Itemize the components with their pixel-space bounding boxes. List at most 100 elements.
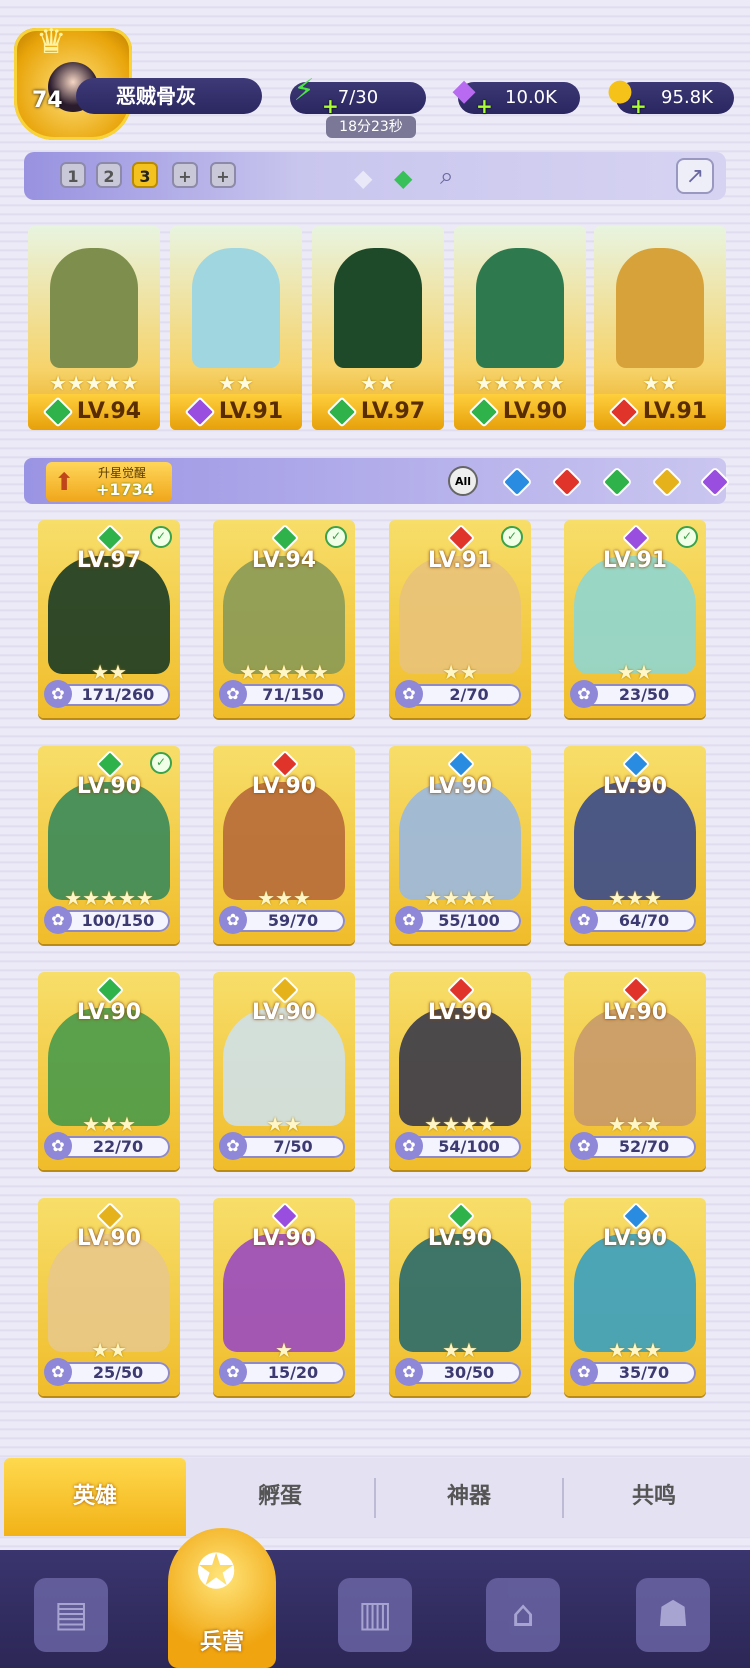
team-slot-3[interactable]: 3	[132, 162, 158, 188]
shard-count: 23/50	[618, 685, 670, 704]
hero-level: LV.90	[502, 399, 568, 424]
add-energy-button[interactable]: +	[322, 94, 339, 118]
hero-portrait	[574, 782, 696, 900]
hero-portrait	[223, 782, 345, 900]
hero-card[interactable]: ✓ LV.90 ★★★★★ ✿ 100/150	[38, 746, 180, 944]
awaken-value: +1734	[96, 480, 154, 499]
hero-level: LV.90	[251, 774, 317, 799]
hero-portrait	[399, 556, 521, 674]
team-slot-2[interactable]: 2	[96, 162, 122, 188]
paw-icon: ✿	[219, 680, 247, 708]
tab-artifacts[interactable]: 神器	[376, 1458, 562, 1536]
share-button[interactable]: ↗	[676, 158, 714, 194]
shard-progress: ✿ 55/100	[395, 906, 521, 934]
paw-icon: ✿	[395, 1358, 423, 1386]
hero-level: LV.90	[76, 1226, 142, 1251]
shard-count: 7/50	[273, 1137, 313, 1156]
hero-card[interactable]: LV.90 ★★ ✿ 7/50	[213, 972, 355, 1170]
awaken-label: 升星觉醒	[98, 466, 147, 480]
hero-card[interactable]: LV.90 ★★★ ✿ 35/70	[564, 1198, 706, 1396]
shard-progress: ✿ 100/150	[44, 906, 170, 934]
lineup-hero-1[interactable]: ★★★★★ LV.94	[28, 226, 160, 430]
tab-hatch[interactable]: 孵蛋	[186, 1458, 374, 1536]
hero-card[interactable]: LV.90 ★★★★ ✿ 55/100	[389, 746, 531, 944]
paw-icon: ✿	[219, 906, 247, 934]
hero-portrait	[50, 248, 138, 368]
hero-stars: ★★	[218, 371, 254, 395]
add-coins-button[interactable]: +	[630, 94, 647, 118]
hero-card[interactable]: LV.90 ★★★ ✿ 64/70	[564, 746, 706, 944]
hero-card[interactable]: ✓ LV.94 ★★★★★ ✿ 71/150	[213, 520, 355, 718]
nature-element-icon	[42, 396, 74, 428]
team-slot-add-2[interactable]: +	[210, 162, 236, 188]
add-gems-button[interactable]: +	[476, 94, 493, 118]
hero-card[interactable]: LV.90 ★ ✿ 15/20	[213, 1198, 355, 1396]
hero-level: LV.97	[360, 399, 426, 424]
paw-icon: ✿	[44, 1132, 72, 1160]
shard-progress: ✿ 52/70	[570, 1132, 696, 1160]
player-name: 恶贼骨灰	[76, 78, 262, 114]
hero-portrait	[399, 782, 521, 900]
paw-icon: ✿	[44, 1358, 72, 1386]
shop-icon[interactable]: ⌂	[486, 1578, 560, 1652]
hero-level: LV.90	[602, 774, 668, 799]
formation-icon[interactable]: ◆	[354, 164, 372, 192]
paw-icon: ✿	[44, 906, 72, 934]
hero-stars: ★★★★★	[475, 371, 565, 395]
shard-count: 30/50	[443, 1363, 495, 1382]
hero-card[interactable]: LV.90 ★★ ✿ 30/50	[389, 1198, 531, 1396]
shard-count: 59/70	[267, 911, 319, 930]
hero-card[interactable]: LV.90 ★★★ ✿ 59/70	[213, 746, 355, 944]
hero-card[interactable]: LV.90 ★★★★ ✿ 54/100	[389, 972, 531, 1170]
shard-count: 35/70	[618, 1363, 670, 1382]
hero-card[interactable]: ✓ LV.97 ★★ ✿ 171/260	[38, 520, 180, 718]
hero-level: LV.90	[76, 1000, 142, 1025]
energy-icon: ⚡	[293, 72, 315, 108]
filter-dark-icon[interactable]	[699, 466, 731, 498]
shard-count: 64/70	[618, 911, 670, 930]
star-awaken-button[interactable]: ⬆ 升星觉醒 +1734	[46, 462, 172, 502]
shard-progress: ✿ 7/50	[219, 1132, 345, 1160]
checkmark-icon: ✓	[150, 752, 172, 774]
checkmark-icon: ✓	[501, 526, 523, 548]
filter-fire-icon[interactable]	[551, 466, 583, 498]
filter-light-icon[interactable]	[651, 466, 683, 498]
lineup-hero-2[interactable]: ★★ LV.91	[170, 226, 302, 430]
lineup-level-bar: LV.94	[28, 394, 160, 430]
shard-count: 171/260	[81, 685, 155, 704]
hero-card[interactable]: ✓ LV.91 ★★ ✿ 23/50	[564, 520, 706, 718]
hero-portrait	[223, 1008, 345, 1126]
filter-nature-icon[interactable]	[601, 466, 633, 498]
team-slot-1[interactable]: 1	[60, 162, 86, 188]
fire-element-icon	[608, 396, 640, 428]
shard-progress: ✿ 171/260	[44, 680, 170, 708]
shard-progress: ✿ 30/50	[395, 1358, 521, 1386]
team-slot-add-1[interactable]: +	[172, 162, 198, 188]
hero-level: LV.94	[251, 548, 317, 573]
lineup-hero-5[interactable]: ★★ LV.91	[594, 226, 726, 430]
hero-card[interactable]: LV.90 ★★ ✿ 25/50	[38, 1198, 180, 1396]
guild-icon[interactable]: ☗	[636, 1578, 710, 1652]
crown-icon: ♛	[36, 22, 67, 62]
search-icon[interactable]: ⌕	[440, 162, 453, 190]
nature-element-icon	[326, 396, 358, 428]
element-bonus-icon[interactable]: ◆	[394, 164, 412, 192]
shard-count: 55/100	[438, 911, 500, 930]
filter-water-icon[interactable]	[501, 466, 533, 498]
checkmark-icon: ✓	[325, 526, 347, 548]
checkmark-icon: ✓	[676, 526, 698, 548]
book-icon[interactable]: ▥	[338, 1578, 412, 1652]
tab-heroes[interactable]: 英雄	[4, 1458, 186, 1536]
tab-resonance[interactable]: 共鸣	[564, 1458, 744, 1536]
lineup-hero-3[interactable]: ★★ LV.97	[312, 226, 444, 430]
filter-all-button[interactable]: All	[448, 466, 478, 496]
cards-icon[interactable]: ▤	[34, 1578, 108, 1652]
nav-barracks[interactable]: ✪ 兵营	[168, 1528, 276, 1668]
hero-card[interactable]: LV.90 ★★★ ✿ 52/70	[564, 972, 706, 1170]
lineup-level-bar: LV.91	[594, 394, 726, 430]
lineup-hero-4[interactable]: ★★★★★ LV.90	[454, 226, 586, 430]
boot-icon: ⬆	[54, 468, 75, 496]
hero-card[interactable]: ✓ LV.91 ★★ ✿ 2/70	[389, 520, 531, 718]
hero-portrait	[574, 1234, 696, 1352]
hero-card[interactable]: LV.90 ★★★ ✿ 22/70	[38, 972, 180, 1170]
